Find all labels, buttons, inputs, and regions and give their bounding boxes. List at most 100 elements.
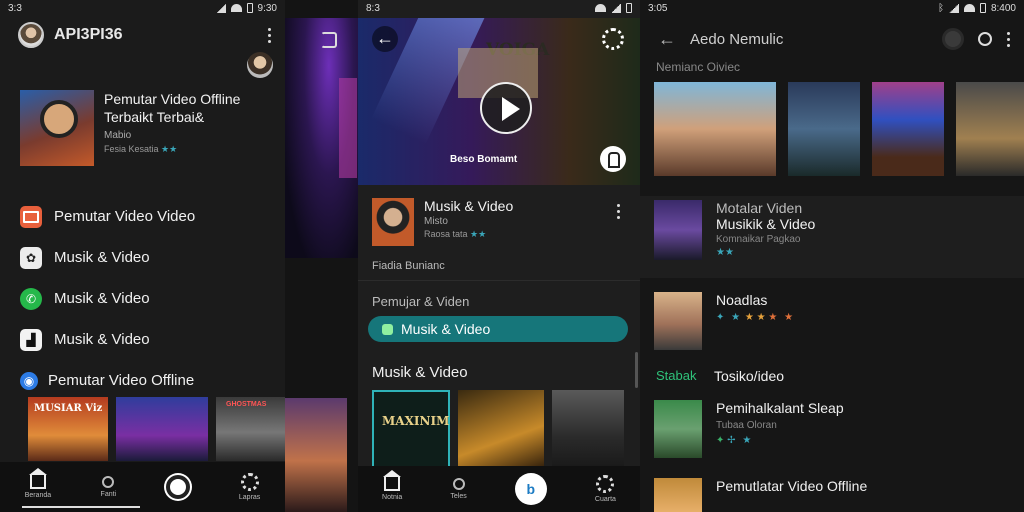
video-subtitle: Misto <box>424 216 448 227</box>
rating-icons: ✦ ★ ★ ★ ★ ★ <box>716 312 796 323</box>
signal-icon <box>611 3 621 13</box>
list-item[interactable]: Noadlas ✦ ★ ★ ★ ★ ★ <box>654 292 1010 350</box>
background-app-peek <box>285 0 358 512</box>
category-label[interactable]: Tosiko/ideo <box>714 368 784 384</box>
status-icons: ᛒ 8:400 <box>938 3 1016 14</box>
video-thumbnail <box>654 200 702 260</box>
poster-card[interactable]: MAXINIM <box>372 390 450 470</box>
divider <box>358 280 640 281</box>
app-title: API3PI36 <box>54 26 123 43</box>
more-options-icon[interactable] <box>1006 31 1010 47</box>
wifi-icon <box>230 4 242 12</box>
chip-label: Musik & Video <box>401 321 491 337</box>
nav-home-label: Notnia <box>382 494 403 501</box>
video-player-icon <box>20 205 42 228</box>
nav-center-action[interactable]: b <box>514 473 547 505</box>
nav-settings-label: Cuarta <box>594 496 616 503</box>
signal-icon <box>948 3 959 13</box>
profile-avatar[interactable] <box>18 22 44 48</box>
video-grid <box>654 82 1024 176</box>
signal-icon <box>215 3 226 13</box>
video-info-card[interactable]: Musik & Video Misto Raosa tata ★★ <box>372 198 626 246</box>
video-title: Musik & Video <box>424 198 514 214</box>
search-icon[interactable] <box>978 32 992 46</box>
video-thumbnail[interactable] <box>956 82 1024 176</box>
page-title: Aedo Nemulic <box>690 30 784 48</box>
menu-item-video-player[interactable]: Pemutar Video Video <box>20 196 275 237</box>
bluetooth-icon: ᛒ <box>937 2 944 14</box>
video-thumbnail[interactable] <box>116 397 208 461</box>
status-icons: 9:30 <box>215 3 277 14</box>
more-options-icon[interactable] <box>616 204 620 219</box>
video-thumbnail[interactable] <box>872 82 944 176</box>
back-arrow-icon[interactable]: ← <box>658 29 676 50</box>
selected-chip[interactable]: Musik & Video <box>368 316 628 342</box>
highlight-card[interactable]: Motalar Viden Musikik & Video Komnaikar … <box>640 196 1024 278</box>
offline-player-icon: ◉ <box>20 371 38 390</box>
settings-icon[interactable] <box>602 28 624 50</box>
list-item-title: Pemutlatar Video Offline <box>716 478 868 494</box>
account-avatar[interactable] <box>247 52 273 78</box>
nav-home[interactable]: Notnia <box>382 470 403 501</box>
nav-search[interactable]: Fanti <box>100 476 117 498</box>
status-icons <box>595 3 632 13</box>
menu-item-music-video[interactable]: ▟ Musik & Video <box>20 319 275 360</box>
list-item[interactable]: Pemutlatar Video Offline <box>654 478 1010 512</box>
menu-item-offline-player[interactable]: ◉ Pemutar Video Offline <box>20 360 275 401</box>
status-bar: 3:05 ᛒ 8:400 <box>640 0 1024 16</box>
app-header: API3PI36 <box>18 22 271 48</box>
nav-search-label: Fanti <box>100 491 117 498</box>
status-bar: 3:3 9:30 <box>0 0 285 16</box>
video-thumbnail[interactable] <box>654 82 776 176</box>
nav-search[interactable]: Teles <box>450 478 467 500</box>
search-icon <box>102 476 115 488</box>
more-options-icon[interactable] <box>267 27 271 43</box>
nav-home[interactable]: Beranda <box>24 468 52 499</box>
thumbnail-text: MUSIAR Viz <box>34 403 103 414</box>
concert-artwork <box>285 18 358 258</box>
bottom-nav: Beranda Fanti Lapras <box>0 462 285 512</box>
video-meta-text: Raosa tata <box>424 229 468 239</box>
category-tag[interactable]: Stabak <box>656 368 696 383</box>
featured-item[interactable]: Pemutar Video Offline Terbaikt Terbai& M… <box>20 90 275 166</box>
video-thumbnail <box>654 478 702 512</box>
poster-card[interactable] <box>458 390 544 470</box>
menu-item-label: Musik & Video <box>54 249 150 266</box>
status-time-left: 3:05 <box>648 2 668 14</box>
scrollbar[interactable] <box>635 352 638 388</box>
video-thumbnail[interactable] <box>788 82 860 176</box>
lock-icon[interactable] <box>600 146 626 172</box>
thumbnail-row: MUSIAR Viz GHOSTMAS <box>28 397 285 461</box>
profile-badge-icon[interactable] <box>942 28 964 50</box>
nav-settings[interactable]: Cuarta <box>595 475 616 503</box>
nav-camera[interactable] <box>165 475 190 499</box>
poster-row: MAXINIM <box>372 390 624 470</box>
card-title-line2: Musikik & Video <box>716 216 816 232</box>
poster-card[interactable] <box>552 390 624 470</box>
poster-text: MAXINIM <box>382 414 450 428</box>
status-time: 8:3 <box>366 2 380 14</box>
featured-meta: Fesia Kesatia ★★ <box>104 144 240 155</box>
featured-thumbnail <box>20 90 94 166</box>
music-app-icon: ✿ <box>20 246 42 269</box>
menu-item-music-video[interactable]: ✆ Musik & Video <box>20 278 275 319</box>
rating-stars: ★★ <box>470 229 487 239</box>
refresh-icon[interactable] <box>321 32 337 48</box>
nav-home-label: Beranda <box>24 492 52 499</box>
card-title-line1: Motalar Viden <box>716 200 803 216</box>
nav-settings[interactable]: Lapras <box>239 473 260 501</box>
chat-app-icon: ✆ <box>20 287 42 310</box>
play-button[interactable] <box>480 82 532 134</box>
card-meta: ★★ <box>716 247 815 258</box>
video-meta: Raosa tata ★★ <box>424 229 513 240</box>
rating-stars: ★★ <box>716 247 734 258</box>
home-icon <box>383 470 402 491</box>
video-thumbnail <box>654 400 702 458</box>
rating-stars: ★★ <box>161 144 178 154</box>
video-thumbnail[interactable]: MUSIAR Viz <box>28 397 108 461</box>
list-item[interactable]: Pemihalkalant Sleap Tubaa Oloran ✦ ✢ ★ <box>654 400 1010 458</box>
back-button[interactable]: ← <box>372 26 398 52</box>
list-item-title: Noadlas <box>716 292 768 308</box>
video-thumbnail[interactable]: GHOSTMAS <box>216 397 285 461</box>
menu-item-music-video[interactable]: ✿ Musik & Video <box>20 237 275 278</box>
